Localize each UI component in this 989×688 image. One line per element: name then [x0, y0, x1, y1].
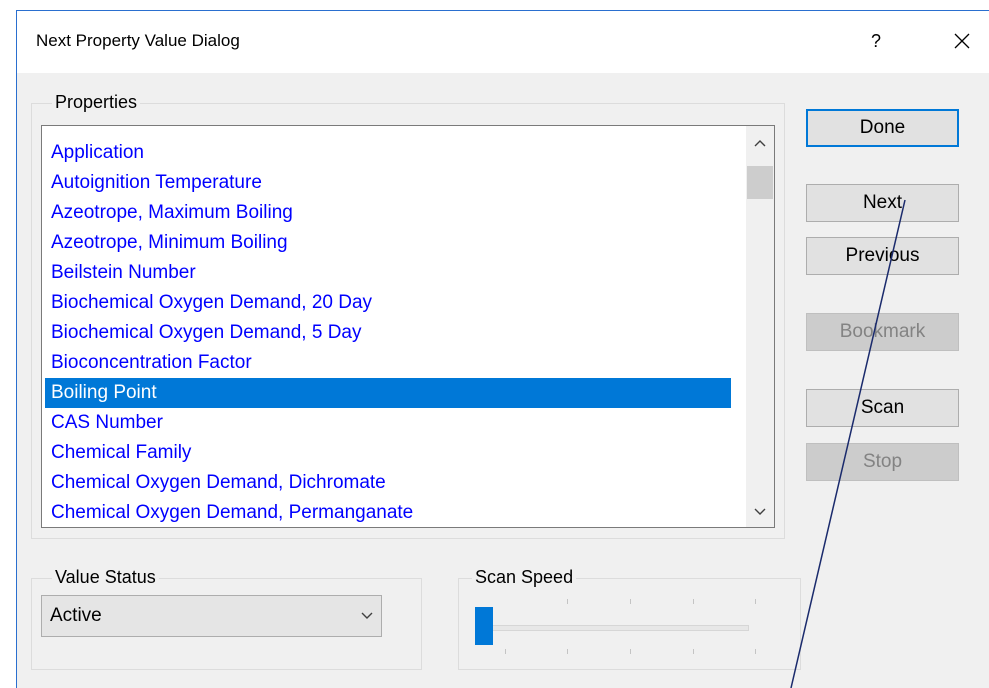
- previous-button[interactable]: Previous: [806, 237, 959, 275]
- list-item[interactable]: Azeotrope, Minimum Boiling: [45, 228, 731, 258]
- value-status-combobox[interactable]: Active: [41, 595, 382, 637]
- value-status-label: Value Status: [52, 567, 159, 588]
- slider-tick: [755, 599, 756, 604]
- scroll-up-button[interactable]: [746, 128, 774, 156]
- chevron-down-icon: [754, 508, 766, 515]
- listbox-scrollbar[interactable]: [746, 126, 774, 527]
- close-button[interactable]: [937, 21, 987, 61]
- list-item[interactable]: Beilstein Number: [45, 258, 731, 288]
- slider-tick: [630, 599, 631, 604]
- slider-tick: [693, 599, 694, 604]
- chevron-up-icon: [754, 140, 766, 147]
- slider-tick: [755, 649, 756, 654]
- slider-tick: [693, 649, 694, 654]
- scan-speed-label: Scan Speed: [472, 567, 577, 588]
- next-button[interactable]: Next: [806, 184, 959, 222]
- chevron-down-icon: [361, 596, 373, 636]
- list-item[interactable]: Boiling Point: [45, 378, 731, 408]
- close-icon: [954, 33, 970, 49]
- slider-tick: [567, 649, 568, 654]
- properties-listbox[interactable]: Application Autoignition Temperature Azeot…: [41, 125, 775, 528]
- list-item[interactable]: Biochemical Oxygen Demand, 5 Day: [45, 318, 731, 348]
- value-status-selected: Active: [50, 605, 102, 626]
- done-button[interactable]: Done: [806, 109, 959, 147]
- slider-track: [475, 625, 749, 631]
- scan-speed-slider[interactable]: [471, 597, 756, 657]
- list-item[interactable]: Chemical Oxygen Demand, Permanganate: [45, 498, 731, 527]
- title-bar: Next Property Value Dialog ?: [17, 11, 989, 73]
- slider-thumb[interactable]: [475, 607, 493, 645]
- list-item[interactable]: Application: [45, 138, 731, 168]
- help-button[interactable]: ?: [851, 21, 901, 61]
- slider-tick: [567, 599, 568, 604]
- scroll-down-button[interactable]: [746, 497, 774, 525]
- list-item[interactable]: Autoignition Temperature: [45, 168, 731, 198]
- bookmark-button[interactable]: Bookmark: [806, 313, 959, 351]
- list-item[interactable]: CAS Number: [45, 408, 731, 438]
- scan-button[interactable]: Scan: [806, 389, 959, 427]
- list-item[interactable]: Biochemical Oxygen Demand, 20 Day: [45, 288, 731, 318]
- dialog-title: Next Property Value Dialog: [36, 31, 240, 50]
- list-item[interactable]: Azeotrope, Maximum Boiling: [45, 198, 731, 228]
- list-item[interactable]: Chemical Oxygen Demand, Dichromate: [45, 468, 731, 498]
- scroll-thumb[interactable]: [747, 166, 773, 199]
- properties-group-label: Properties: [52, 92, 141, 113]
- list-item[interactable]: Bioconcentration Factor: [45, 348, 731, 378]
- slider-tick: [505, 649, 506, 654]
- slider-tick: [630, 649, 631, 654]
- stop-button[interactable]: Stop: [806, 443, 959, 481]
- list-item[interactable]: Chemical Family: [45, 438, 731, 468]
